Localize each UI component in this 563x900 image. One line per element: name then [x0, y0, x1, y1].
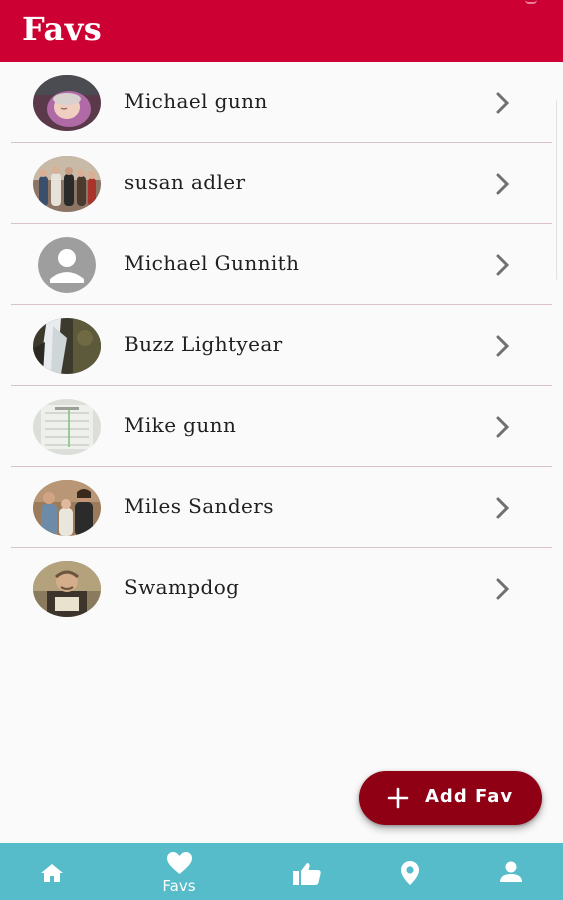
- favorite-name: Swampdog: [124, 575, 240, 599]
- chevron-right-icon: [492, 494, 514, 522]
- heart-icon: [167, 852, 192, 874]
- favorite-name: susan adler: [124, 170, 246, 194]
- avatar: [33, 156, 101, 212]
- favorite-name: Miles Sanders: [124, 494, 274, 518]
- chevron-right-icon: [492, 89, 514, 117]
- location-pin-icon: [401, 861, 419, 885]
- favorite-name: Mike gunn: [124, 413, 237, 437]
- list-item[interactable]: Buzz Lightyear: [11, 305, 552, 386]
- list-item[interactable]: Mike gunn: [11, 386, 552, 467]
- avatar: [33, 75, 101, 131]
- nav-favs[interactable]: Favs: [123, 843, 235, 900]
- person-icon: [500, 861, 522, 882]
- list-item[interactable]: Swampdog: [11, 548, 552, 629]
- avatar: [33, 561, 101, 617]
- avatar: [33, 318, 101, 374]
- person-default-icon: [38, 237, 96, 293]
- favorite-name: Buzz Lightyear: [124, 332, 283, 356]
- chevron-right-icon: [492, 251, 514, 279]
- app-bar: Favs: [0, 0, 563, 62]
- nav-favs-label: Favs: [162, 877, 196, 895]
- favorite-name: Michael gunn: [124, 89, 268, 113]
- list-item[interactable]: Miles Sanders: [11, 467, 552, 548]
- list-item[interactable]: Michael gunn: [11, 62, 552, 143]
- avatar: [33, 399, 101, 455]
- list-item[interactable]: susan adler: [11, 143, 552, 224]
- add-fav-button[interactable]: Add Fav: [359, 771, 542, 825]
- plus-icon: [387, 787, 409, 809]
- page-title: Favs: [22, 10, 103, 48]
- thumbs-up-icon: [293, 863, 321, 885]
- chevron-right-icon: [492, 575, 514, 603]
- avatar: [33, 480, 101, 536]
- status-indicator: [525, 0, 537, 4]
- favorite-name: Michael Gunnith: [124, 251, 300, 275]
- nav-profile[interactable]: [457, 843, 563, 900]
- chevron-right-icon: [492, 332, 514, 360]
- favorites-list: Michael gunn susan adler Michael Gunnith…: [0, 62, 563, 629]
- home-icon: [41, 864, 63, 882]
- nav-location[interactable]: [354, 843, 466, 900]
- chevron-right-icon: [492, 413, 514, 441]
- scroll-indicator: [556, 100, 560, 280]
- nav-likes[interactable]: [251, 843, 363, 900]
- add-fav-label: Add Fav: [425, 786, 514, 807]
- chevron-right-icon: [492, 170, 514, 198]
- list-item[interactable]: Michael Gunnith: [11, 224, 552, 305]
- nav-home[interactable]: [0, 843, 112, 900]
- bottom-nav: Favs: [0, 843, 563, 900]
